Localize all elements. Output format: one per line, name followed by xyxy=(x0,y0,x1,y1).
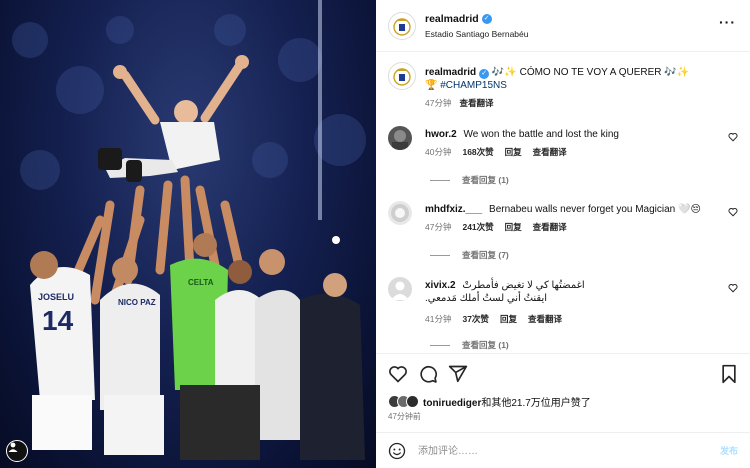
celebration-scene: 14 JOSELU NICO PAZ CELTA xyxy=(12,0,366,460)
caption-meta: 47分钟 查看翻译 xyxy=(425,97,493,109)
svg-text:CELTA: CELTA xyxy=(188,278,214,287)
svg-text:14: 14 xyxy=(42,305,74,336)
caption-body: 🎶✨ CÓMO NO TE VOY A QUERER 🎶✨ xyxy=(491,67,690,78)
heart-icon[interactable] xyxy=(388,364,408,384)
replies-divider xyxy=(430,179,450,181)
replies-divider xyxy=(430,254,450,256)
avatar[interactable] xyxy=(388,62,416,90)
comment-meta: 40分钟 168次赞 回复 查看翻译 xyxy=(425,146,567,158)
comment-time: 40分钟 xyxy=(425,147,452,157)
more-options-icon[interactable]: ··· xyxy=(719,15,736,29)
caption-time: 47分钟 xyxy=(425,98,452,108)
view-replies-button[interactable]: 查看回复 (1) xyxy=(430,339,509,351)
comment-input[interactable] xyxy=(418,442,698,460)
view-replies-label[interactable]: 查看回复 (1) xyxy=(462,174,509,186)
comment-body: Bernabeu walls never forget you Magician… xyxy=(489,204,701,215)
avatar[interactable] xyxy=(388,277,412,301)
comment-meta: 41分钟 37次赞 回复 查看翻译 xyxy=(425,313,562,325)
lifted-player xyxy=(98,55,249,182)
verified-badge-icon: ✓ xyxy=(479,69,490,79)
likes-count[interactable]: 和其他21.7万位用户赞了 xyxy=(481,398,590,409)
post-photo[interactable]: 14 JOSELU NICO PAZ CELTA xyxy=(0,0,376,468)
comment-meta: 47分钟 241次赞 回复 查看翻译 xyxy=(425,221,567,233)
avatar[interactable] xyxy=(388,12,416,40)
likes-summary[interactable]: toniruediger和其他21.7万位用户赞了 xyxy=(388,394,591,409)
post-comment-button[interactable]: 发布 xyxy=(720,444,738,457)
view-replies-label[interactable]: 查看回复 (7) xyxy=(462,249,509,261)
reply-button[interactable]: 回复 xyxy=(505,146,522,158)
bookmark-icon[interactable] xyxy=(720,364,738,384)
caption-hashtag[interactable]: 🏆 #CHAMP15NS xyxy=(425,80,507,91)
add-comment-bar: 发布 xyxy=(376,432,750,468)
svg-text:NICO PAZ: NICO PAZ xyxy=(118,298,156,307)
replies-divider xyxy=(430,344,450,346)
reply-button[interactable]: 回复 xyxy=(500,313,517,325)
view-replies-button[interactable]: 查看回复 (1) xyxy=(430,174,509,186)
real-madrid-crest-icon xyxy=(393,68,411,86)
liker-avatar xyxy=(406,395,419,408)
comment-time: 41分钟 xyxy=(425,314,452,324)
post-details-panel: realmadrid ✓ Estadio Santiago Bernabéu ·… xyxy=(376,0,750,468)
comment-body: We won the battle and lost the king xyxy=(463,129,619,140)
comment-text: mhdfxiz.___ Bernabeu walls never forget … xyxy=(425,203,715,216)
post-action-bar xyxy=(376,353,750,395)
comment-text: xivix.2 اغمضتُها كي لا تغيض فأمطرتْ ايقن… xyxy=(425,279,715,305)
view-replies-button[interactable]: 查看回复 (7) xyxy=(430,249,509,261)
comment-likes[interactable]: 168次赞 xyxy=(462,146,493,158)
comment-likes[interactable]: 37次赞 xyxy=(462,313,488,325)
see-translation-button[interactable]: 查看翻译 xyxy=(528,313,562,325)
post-timestamp: 47分钟前 xyxy=(388,412,421,421)
verified-badge-icon: ✓ xyxy=(481,14,492,24)
emoji-icon[interactable] xyxy=(388,442,406,460)
see-translation-button[interactable]: 查看翻译 xyxy=(459,97,493,109)
comment-time: 47分钟 xyxy=(425,222,452,232)
post-author-name[interactable]: realmadrid xyxy=(425,13,479,25)
post-location[interactable]: Estadio Santiago Bernabéu xyxy=(425,29,529,39)
view-replies-label[interactable]: 查看回复 (1) xyxy=(462,339,509,351)
liker-username[interactable]: toniruediger xyxy=(423,398,481,409)
comment-likes[interactable]: 241次赞 xyxy=(462,221,493,233)
post-header: realmadrid ✓ Estadio Santiago Bernabéu ·… xyxy=(376,0,750,52)
comment-username[interactable]: hwor.2 xyxy=(425,129,457,140)
post-author[interactable]: realmadrid ✓ xyxy=(425,13,492,25)
see-translation-button[interactable]: 查看翻译 xyxy=(533,146,567,158)
heart-icon[interactable] xyxy=(728,207,738,217)
likes-text: toniruediger和其他21.7万位用户赞了 xyxy=(423,394,591,409)
avatar[interactable] xyxy=(388,201,412,225)
heart-icon[interactable] xyxy=(728,283,738,293)
caption-text: realmadrid ✓ 🎶✨ CÓMO NO TE VOY A QUERER 🎶… xyxy=(425,66,735,92)
comment-username[interactable]: xivix.2 xyxy=(425,280,456,291)
comment-icon[interactable] xyxy=(418,364,438,384)
caption-username[interactable]: realmadrid xyxy=(425,67,476,78)
user-tag-icon[interactable] xyxy=(6,440,28,462)
avatar[interactable] xyxy=(388,126,412,150)
real-madrid-crest-icon xyxy=(393,18,411,36)
comment-username[interactable]: mhdfxiz.___ xyxy=(425,204,482,215)
svg-text:JOSELU: JOSELU xyxy=(38,292,74,302)
share-icon[interactable] xyxy=(448,364,468,384)
reply-button[interactable]: 回复 xyxy=(505,221,522,233)
heart-icon[interactable] xyxy=(728,132,738,142)
comment-text: hwor.2 We won the battle and lost the ki… xyxy=(425,128,715,141)
see-translation-button[interactable]: 查看翻译 xyxy=(533,221,567,233)
